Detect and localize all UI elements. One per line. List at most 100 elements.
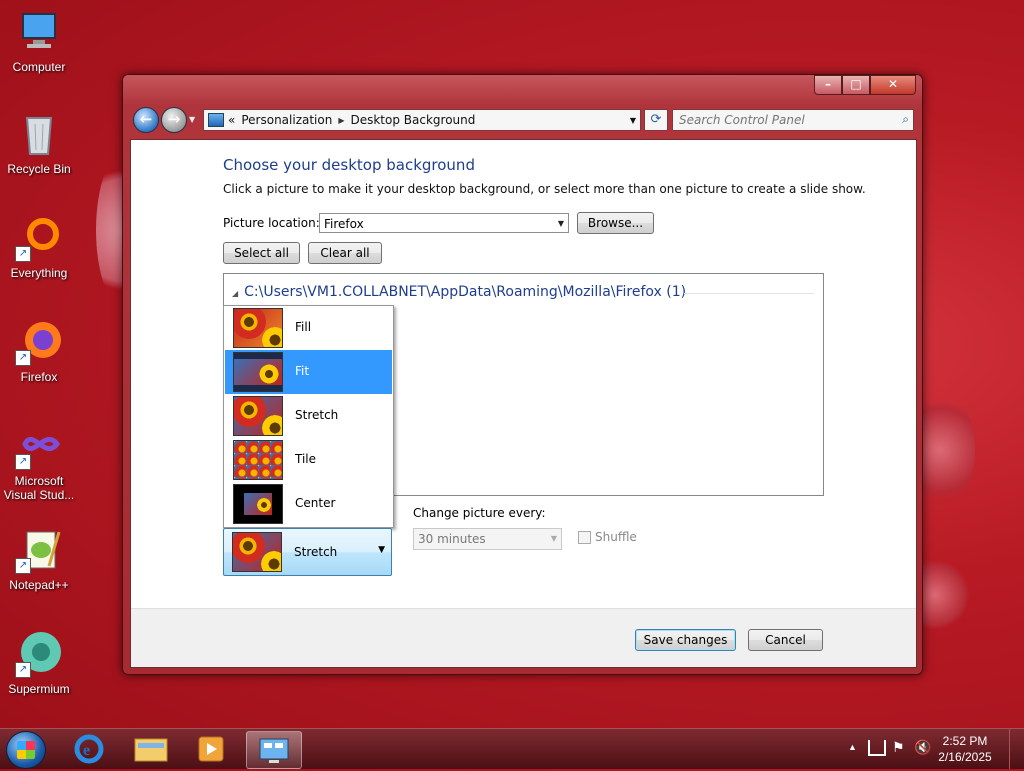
computer-icon (15, 8, 63, 56)
taskbar-control-panel[interactable] (246, 731, 302, 769)
maximize-button[interactable]: □ (842, 75, 870, 95)
shortcut-arrow-icon: ↗ (15, 558, 31, 574)
position-option-label: Fill (295, 320, 312, 334)
breadcrumb-desktop-background[interactable]: Desktop Background (350, 113, 475, 127)
taskbar: e ▲ ⚑ 🔇 2:52 PM 2/16/2025 (0, 728, 1024, 769)
shortcut-arrow-icon: ↗ (15, 454, 31, 470)
clear-all-button[interactable]: Clear all (308, 242, 382, 264)
picture-location-value: Firefox (324, 217, 364, 231)
center-thumbnail (233, 484, 283, 524)
volume-muted-icon[interactable]: 🔇 (914, 739, 931, 756)
control-panel-window: – □ ✕ ← → ▼ « Personalization ▶ Desktop … (122, 74, 923, 675)
picture-position-select[interactable]: Stretch ▼ (223, 528, 392, 576)
clock-time: 2:52 PM (942, 734, 988, 748)
taskbar-internet-explorer[interactable]: e (62, 731, 116, 767)
forward-button[interactable]: → (161, 107, 187, 133)
navigation-bar: ← → ▼ « Personalization ▶ Desktop Backgr… (131, 105, 914, 135)
change-interval-value: 30 minutes (418, 532, 486, 546)
windows-logo-icon (17, 741, 35, 759)
desktop-icon-label: Everything (10, 266, 68, 280)
show-hidden-icons[interactable]: ▲ (848, 742, 857, 752)
search-icon[interactable]: ⌕ (902, 112, 909, 127)
position-option-fill[interactable]: Fill (225, 306, 392, 350)
desktop-icon-notepadpp[interactable]: ↗ Notepad++ (0, 526, 78, 592)
select-all-button[interactable]: Select all (223, 242, 300, 264)
shortcut-arrow-icon: ↗ (15, 662, 31, 678)
desktop-icon-everything[interactable]: ↗ Everything (0, 214, 78, 280)
shuffle-checkbox[interactable]: Shuffle (578, 530, 637, 544)
internet-explorer-icon: e (74, 734, 104, 764)
breadcrumb-overflow[interactable]: « (228, 113, 235, 127)
search-input[interactable] (673, 110, 881, 130)
group-divider (684, 293, 814, 294)
desktop-icon-visual-studio[interactable]: ↗ Microsoft Visual Stud... (0, 422, 78, 502)
system-tray: ▲ ⚑ 🔇 2:52 PM 2/16/2025 (824, 729, 1024, 769)
picture-group-header[interactable]: ◢ C:\Users\VM1.COLLABNET\AppData\Roaming\… (232, 284, 686, 300)
media-player-icon (198, 736, 224, 762)
forward-arrow-icon: → (167, 110, 181, 128)
stretch-thumbnail (232, 532, 282, 572)
svg-text:e: e (83, 742, 90, 759)
desktop-icon-label: Firefox (20, 370, 58, 384)
footer-bar: Save changes Cancel (131, 608, 916, 667)
search-box[interactable]: ⌕ (672, 109, 914, 131)
position-option-label: Tile (295, 452, 317, 466)
position-option-center[interactable]: Center (225, 482, 392, 526)
back-button[interactable]: ← (133, 107, 159, 133)
position-option-label: Fit (295, 364, 310, 378)
clock-date: 2/16/2025 (938, 750, 992, 764)
position-option-stretch[interactable]: Stretch (225, 394, 392, 438)
breadcrumb-separator-icon[interactable]: ▶ (338, 116, 344, 125)
picture-position-value: Stretch (294, 545, 338, 559)
recent-pages-dropdown[interactable]: ▼ (189, 115, 195, 124)
desktop-icon-recycle-bin[interactable]: Recycle Bin (0, 110, 78, 176)
picture-location-select[interactable]: Firefox ▼ (319, 213, 569, 233)
start-button[interactable] (6, 731, 46, 769)
chevron-down-icon: ▼ (550, 534, 557, 543)
folder-icon (134, 738, 168, 762)
show-desktop-button[interactable] (1009, 729, 1024, 769)
desktop-icon-label: Recycle Bin (7, 162, 71, 176)
shortcut-arrow-icon: ↗ (15, 246, 31, 262)
refresh-button[interactable]: ⟳ (644, 109, 668, 131)
collapse-triangle-icon[interactable]: ◢ (232, 289, 238, 298)
shuffle-label: Shuffle (595, 530, 637, 544)
supermium-icon: ↗ (15, 630, 63, 678)
desktop-icon-supermium[interactable]: ↗ Supermium (0, 630, 78, 696)
change-interval-select[interactable]: 30 minutes ▼ (413, 528, 562, 550)
close-button[interactable]: ✕ (870, 75, 916, 95)
taskbar-file-explorer[interactable] (124, 731, 178, 767)
position-option-fit[interactable]: Fit (225, 350, 392, 394)
tile-thumbnail (233, 440, 283, 480)
cancel-button[interactable]: Cancel (748, 629, 823, 651)
page-description: Click a picture to make it your desktop … (223, 182, 866, 196)
firefox-icon: ↗ (15, 318, 63, 366)
desktop-icon-computer[interactable]: Computer (0, 8, 78, 74)
desktop-icon-label: Supermium (8, 682, 70, 696)
breadcrumb-personalization[interactable]: Personalization (241, 113, 332, 127)
desktop-icon-label: Notepad++ (9, 578, 69, 592)
minimize-button[interactable]: – (814, 75, 842, 95)
position-option-label: Center (295, 496, 336, 510)
desktop-icon-firefox[interactable]: ↗ Firefox (0, 318, 78, 384)
address-bar[interactable]: « Personalization ▶ Desktop Background ▼ (203, 109, 641, 131)
fit-thumbnail (233, 352, 283, 392)
picture-position-dropdown-list: Fill Fit Stretch Tile Center (223, 305, 394, 528)
address-dropdown-icon[interactable]: ▼ (630, 116, 636, 125)
stretch-thumbnail (233, 396, 283, 436)
browse-button[interactable]: Browse... (577, 212, 654, 234)
chevron-down-icon: ▼ (557, 219, 564, 228)
control-panel-icon (208, 113, 224, 127)
network-icon[interactable] (868, 740, 886, 756)
action-center-flag-icon[interactable]: ⚑ (892, 739, 905, 756)
checkbox-box[interactable] (578, 530, 591, 544)
picture-location-label: Picture location: (223, 216, 320, 230)
caption-buttons: – □ ✕ (814, 75, 916, 95)
fill-thumbnail (233, 308, 283, 348)
notepadpp-icon: ↗ (15, 526, 63, 574)
position-option-label: Stretch (295, 408, 339, 422)
taskbar-media-player[interactable] (184, 731, 238, 767)
position-option-tile[interactable]: Tile (225, 438, 392, 482)
save-changes-button[interactable]: Save changes (635, 629, 736, 651)
clock[interactable]: 2:52 PM 2/16/2025 (930, 733, 1000, 765)
